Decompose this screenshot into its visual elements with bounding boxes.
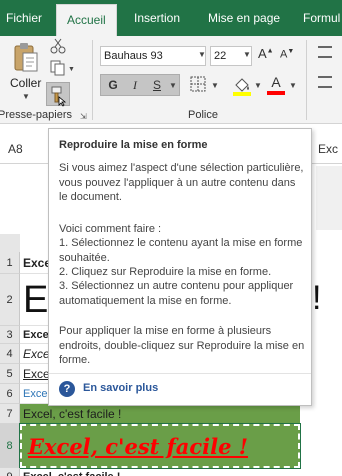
clipboard-launcher-icon[interactable]: ⇲: [80, 112, 87, 121]
font-name-field[interactable]: Bauhaus 93: [100, 46, 206, 66]
font-color-dropdown-icon[interactable]: ▼: [289, 81, 297, 90]
row-header[interactable]: 5: [0, 364, 20, 384]
tooltip-title: Reproduire la mise en forme: [59, 139, 208, 151]
learn-more-link[interactable]: En savoir plus: [83, 382, 158, 394]
font-name-dropdown-icon[interactable]: ▼: [198, 50, 206, 59]
cell-a9[interactable]: Excel, c'est facile !: [20, 468, 140, 476]
name-box[interactable]: A8: [8, 142, 23, 156]
paste-dropdown-icon[interactable]: ▼: [22, 92, 30, 101]
fill-color-dropdown-icon[interactable]: ▼: [254, 81, 262, 90]
ribbon-tab-bar: Fichier Accueil Insertion Mise en page F…: [0, 0, 342, 36]
cell-a3[interactable]: Excel: [20, 326, 50, 344]
align-top-icon[interactable]: [318, 46, 332, 58]
cell-a5[interactable]: Exce: [20, 364, 50, 384]
tab-insertion[interactable]: Insertion: [134, 0, 180, 36]
row-header[interactable]: 8: [0, 424, 20, 468]
tab-fichier[interactable]: Fichier: [6, 0, 42, 36]
tooltip-divider: [49, 373, 311, 374]
underline-dropdown-icon[interactable]: ▼: [169, 81, 177, 90]
cell-a2-overflow: !: [312, 279, 322, 317]
tab-accueil[interactable]: Accueil: [56, 4, 117, 36]
format-painter-icon: [51, 86, 67, 107]
tooltip-step-1: 1. Sélectionnez le contenu ayant la mise…: [59, 237, 303, 264]
copy-icon[interactable]: [50, 60, 66, 76]
decrease-font-icon[interactable]: A▼: [280, 48, 298, 66]
underline-button[interactable]: S: [146, 75, 168, 95]
formula-input[interactable]: Exc: [318, 142, 338, 156]
tooltip-multi-apply-note: Pour appliquer la mise en forme à plusie…: [59, 325, 305, 366]
format-painter-button[interactable]: [46, 82, 70, 107]
align-left-icon[interactable]: [318, 76, 332, 88]
ribbon: Coller ▼ ▼ Presse-papiers ⇲ Bauhaus 93 ▼…: [0, 36, 342, 124]
help-icon[interactable]: ?: [59, 381, 75, 397]
row-header[interactable]: 9: [0, 468, 20, 476]
fill-color-icon[interactable]: [232, 76, 252, 96]
tooltip-description: Si vous aimez l'aspect d'une sélection p…: [59, 162, 304, 203]
italic-button[interactable]: I: [124, 75, 146, 95]
format-painter-tooltip: Reproduire la mise en forme Si vous aime…: [48, 128, 312, 406]
paste-button-label[interactable]: Coller: [10, 76, 41, 90]
row-header[interactable]: 4: [0, 344, 20, 364]
cut-icon[interactable]: [50, 38, 66, 54]
cell-a4[interactable]: Exce: [20, 344, 50, 364]
row-header[interactable]: 3: [0, 326, 20, 344]
cell-a2[interactable]: E: [20, 274, 50, 326]
row-header[interactable]: 1: [0, 252, 20, 274]
font-size-dropdown-icon[interactable]: ▼: [243, 50, 251, 59]
font-group-label: Police: [188, 109, 218, 121]
tooltip-step-2: 2. Cliquez sur Reproduire la mise en for…: [59, 266, 272, 278]
tooltip-howto-title: Voici comment faire :: [59, 223, 162, 235]
copy-dropdown-icon[interactable]: ▼: [68, 66, 75, 73]
bold-button[interactable]: G: [102, 75, 124, 95]
tab-mise-en-page[interactable]: Mise en page: [208, 0, 280, 36]
clipboard-group-label: Presse-papiers: [0, 109, 72, 121]
cell-a8-selected[interactable]: Excel, c'est facile !: [19, 423, 301, 469]
row-header[interactable]: 7: [0, 404, 20, 424]
borders-dropdown-icon[interactable]: ▼: [211, 81, 219, 90]
borders-icon[interactable]: [190, 76, 208, 94]
cell-a1[interactable]: Exce: [20, 252, 50, 274]
row-header[interactable]: 2: [0, 274, 20, 326]
ribbon-separator: [92, 40, 93, 120]
increase-font-icon[interactable]: A▲: [258, 46, 276, 64]
cell-a6[interactable]: Excel: [20, 384, 50, 404]
column-headers-area: [316, 166, 342, 230]
paste-icon[interactable]: [12, 42, 40, 74]
cell-a7[interactable]: Excel, c'est facile !: [20, 404, 300, 424]
tab-formules[interactable]: Formul: [303, 0, 340, 36]
tooltip-step-3: 3. Sélectionnez un autre contenu pour ap…: [59, 280, 294, 307]
ribbon-separator: [306, 40, 307, 120]
row-header[interactable]: 6: [0, 384, 20, 404]
font-color-icon[interactable]: A: [266, 74, 286, 96]
